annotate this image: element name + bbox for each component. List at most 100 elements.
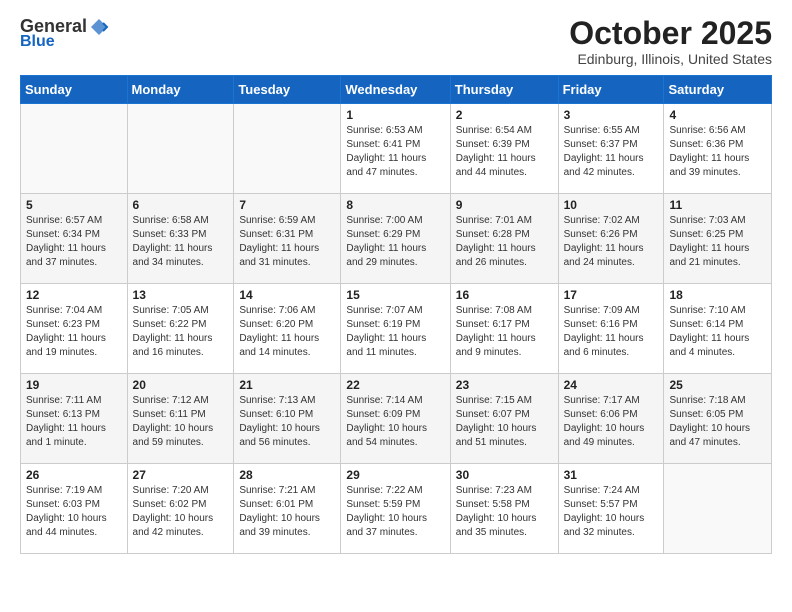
day-info: Sunrise: 7:19 AM Sunset: 6:03 PM Dayligh… (26, 484, 122, 540)
col-header-wednesday: Wednesday (341, 76, 450, 104)
day-number: 9 (456, 198, 553, 212)
col-header-tuesday: Tuesday (234, 76, 341, 104)
day-number: 11 (669, 198, 766, 212)
day-cell (21, 104, 128, 194)
day-cell: 21Sunrise: 7:13 AM Sunset: 6:10 PM Dayli… (234, 374, 341, 464)
day-number: 3 (564, 108, 659, 122)
calendar-table: SundayMondayTuesdayWednesdayThursdayFrid… (20, 75, 772, 554)
day-number: 12 (26, 288, 122, 302)
day-number: 14 (239, 288, 335, 302)
day-number: 19 (26, 378, 122, 392)
day-info: Sunrise: 7:20 AM Sunset: 6:02 PM Dayligh… (133, 484, 229, 540)
day-cell: 16 Sunrise: 7:08 AM Sunset: 6:17 PM Dayli… (450, 284, 558, 374)
day-cell: 27 Sunrise: 7:20 AM Sunset: 6:02 PM Dayli… (127, 464, 234, 554)
logo-blue-text: Blue (20, 33, 55, 51)
day-info: Sunrise: 7:14 AM Sunset: 6:09 PM Dayligh… (346, 394, 444, 450)
day-number: 5 (26, 198, 122, 212)
day-info: Sunrise: 7:02 AM Sunset: 6:26 PM Dayligh… (564, 214, 659, 270)
day-number: 20 (133, 378, 229, 392)
week-row-2: 5 Sunrise: 6:57 AM Sunset: 6:34 PM Daylig… (21, 194, 772, 284)
day-cell: 2 Sunrise: 6:54 AM Sunset: 6:39 PM Daylig… (450, 104, 558, 194)
col-header-thursday: Thursday (450, 76, 558, 104)
day-number: 29 (346, 468, 444, 482)
day-cell: 7Sunrise: 6:59 AM Sunset: 6:31 PM Daylig… (234, 194, 341, 284)
day-info: Sunrise: 7:04 AM Sunset: 6:23 PM Dayligh… (26, 304, 122, 360)
header-row: SundayMondayTuesdayWednesdayThursdayFrid… (21, 76, 772, 104)
week-row-1: 1 Sunrise: 6:53 AM Sunset: 6:41 PM Daylig… (21, 104, 772, 194)
day-info: Sunrise: 7:11 AM Sunset: 6:13 PM Dayligh… (26, 394, 122, 450)
day-number: 30 (456, 468, 553, 482)
day-number: 24 (564, 378, 659, 392)
col-header-friday: Friday (558, 76, 664, 104)
col-header-monday: Monday (127, 76, 234, 104)
day-cell: 20 Sunrise: 7:12 AM Sunset: 6:11 PM Dayli… (127, 374, 234, 464)
day-cell: 9 Sunrise: 7:01 AM Sunset: 6:28 PM Daylig… (450, 194, 558, 284)
day-cell (664, 464, 772, 554)
day-info: Sunrise: 7:12 AM Sunset: 6:11 PM Dayligh… (133, 394, 229, 450)
day-info: Sunrise: 7:07 AM Sunset: 6:19 PM Dayligh… (346, 304, 444, 360)
location-subtitle: Edinburg, Illinois, United States (569, 51, 772, 67)
day-number: 18 (669, 288, 766, 302)
day-info: Sunrise: 6:57 AM Sunset: 6:34 PM Dayligh… (26, 214, 122, 270)
day-info: Sunrise: 7:01 AM Sunset: 6:28 PM Dayligh… (456, 214, 553, 270)
day-cell: 17 Sunrise: 7:09 AM Sunset: 6:16 PM Dayli… (558, 284, 664, 374)
day-info: Sunrise: 7:08 AM Sunset: 6:17 PM Dayligh… (456, 304, 553, 360)
day-number: 25 (669, 378, 766, 392)
day-cell: 11 Sunrise: 7:03 AM Sunset: 6:25 PM Dayli… (664, 194, 772, 284)
day-cell: 14Sunrise: 7:06 AM Sunset: 6:20 PM Dayli… (234, 284, 341, 374)
day-info: Sunrise: 7:00 AM Sunset: 6:29 PM Dayligh… (346, 214, 444, 270)
day-number: 27 (133, 468, 229, 482)
day-number: 26 (26, 468, 122, 482)
day-info: Sunrise: 7:22 AM Sunset: 5:59 PM Dayligh… (346, 484, 444, 540)
day-cell: 25 Sunrise: 7:18 AM Sunset: 6:05 PM Dayli… (664, 374, 772, 464)
day-cell: 1 Sunrise: 6:53 AM Sunset: 6:41 PM Daylig… (341, 104, 450, 194)
day-info: Sunrise: 7:05 AM Sunset: 6:22 PM Dayligh… (133, 304, 229, 360)
day-info: Sunrise: 6:53 AM Sunset: 6:41 PM Dayligh… (346, 124, 444, 180)
day-info: Sunrise: 7:03 AM Sunset: 6:25 PM Dayligh… (669, 214, 766, 270)
month-title: October 2025 (569, 16, 772, 51)
day-info: Sunrise: 7:21 AM Sunset: 6:01 PM Dayligh… (239, 484, 335, 540)
day-cell: 12 Sunrise: 7:04 AM Sunset: 6:23 PM Dayli… (21, 284, 128, 374)
day-info: Sunrise: 7:15 AM Sunset: 6:07 PM Dayligh… (456, 394, 553, 450)
col-header-sunday: Sunday (21, 76, 128, 104)
day-info: Sunrise: 7:09 AM Sunset: 6:16 PM Dayligh… (564, 304, 659, 360)
day-number: 2 (456, 108, 553, 122)
day-info: Sunrise: 6:56 AM Sunset: 6:36 PM Dayligh… (669, 124, 766, 180)
day-number: 13 (133, 288, 229, 302)
day-number: 31 (564, 468, 659, 482)
day-cell: 22 Sunrise: 7:14 AM Sunset: 6:09 PM Dayli… (341, 374, 450, 464)
week-row-3: 12 Sunrise: 7:04 AM Sunset: 6:23 PM Dayli… (21, 284, 772, 374)
day-info: Sunrise: 7:18 AM Sunset: 6:05 PM Dayligh… (669, 394, 766, 450)
day-cell: 31Sunrise: 7:24 AM Sunset: 5:57 PM Dayli… (558, 464, 664, 554)
day-info: Sunrise: 7:23 AM Sunset: 5:58 PM Dayligh… (456, 484, 553, 540)
day-cell: 23Sunrise: 7:15 AM Sunset: 6:07 PM Dayli… (450, 374, 558, 464)
logo-icon (89, 17, 109, 37)
day-number: 7 (239, 198, 335, 212)
day-info: Sunrise: 7:10 AM Sunset: 6:14 PM Dayligh… (669, 304, 766, 360)
day-number: 6 (133, 198, 229, 212)
col-header-saturday: Saturday (664, 76, 772, 104)
day-number: 28 (239, 468, 335, 482)
day-number: 22 (346, 378, 444, 392)
day-cell: 3Sunrise: 6:55 AM Sunset: 6:37 PM Daylig… (558, 104, 664, 194)
day-cell: 4 Sunrise: 6:56 AM Sunset: 6:36 PM Daylig… (664, 104, 772, 194)
day-cell: 8 Sunrise: 7:00 AM Sunset: 6:29 PM Daylig… (341, 194, 450, 284)
title-area: October 2025 Edinburg, Illinois, United … (569, 16, 772, 67)
day-cell: 19 Sunrise: 7:11 AM Sunset: 6:13 PM Dayli… (21, 374, 128, 464)
day-number: 15 (346, 288, 444, 302)
day-info: Sunrise: 7:13 AM Sunset: 6:10 PM Dayligh… (239, 394, 335, 450)
day-cell: 28 Sunrise: 7:21 AM Sunset: 6:01 PM Dayli… (234, 464, 341, 554)
day-number: 16 (456, 288, 553, 302)
day-cell: 10 Sunrise: 7:02 AM Sunset: 6:26 PM Dayli… (558, 194, 664, 284)
day-number: 17 (564, 288, 659, 302)
day-cell: 13 Sunrise: 7:05 AM Sunset: 6:22 PM Dayli… (127, 284, 234, 374)
day-number: 8 (346, 198, 444, 212)
day-info: Sunrise: 6:54 AM Sunset: 6:39 PM Dayligh… (456, 124, 553, 180)
day-number: 4 (669, 108, 766, 122)
day-cell (127, 104, 234, 194)
day-cell: 30 Sunrise: 7:23 AM Sunset: 5:58 PM Dayli… (450, 464, 558, 554)
day-cell: 6Sunrise: 6:58 AM Sunset: 6:33 PM Daylig… (127, 194, 234, 284)
day-number: 10 (564, 198, 659, 212)
day-cell: 24Sunrise: 7:17 AM Sunset: 6:06 PM Dayli… (558, 374, 664, 464)
day-number: 1 (346, 108, 444, 122)
